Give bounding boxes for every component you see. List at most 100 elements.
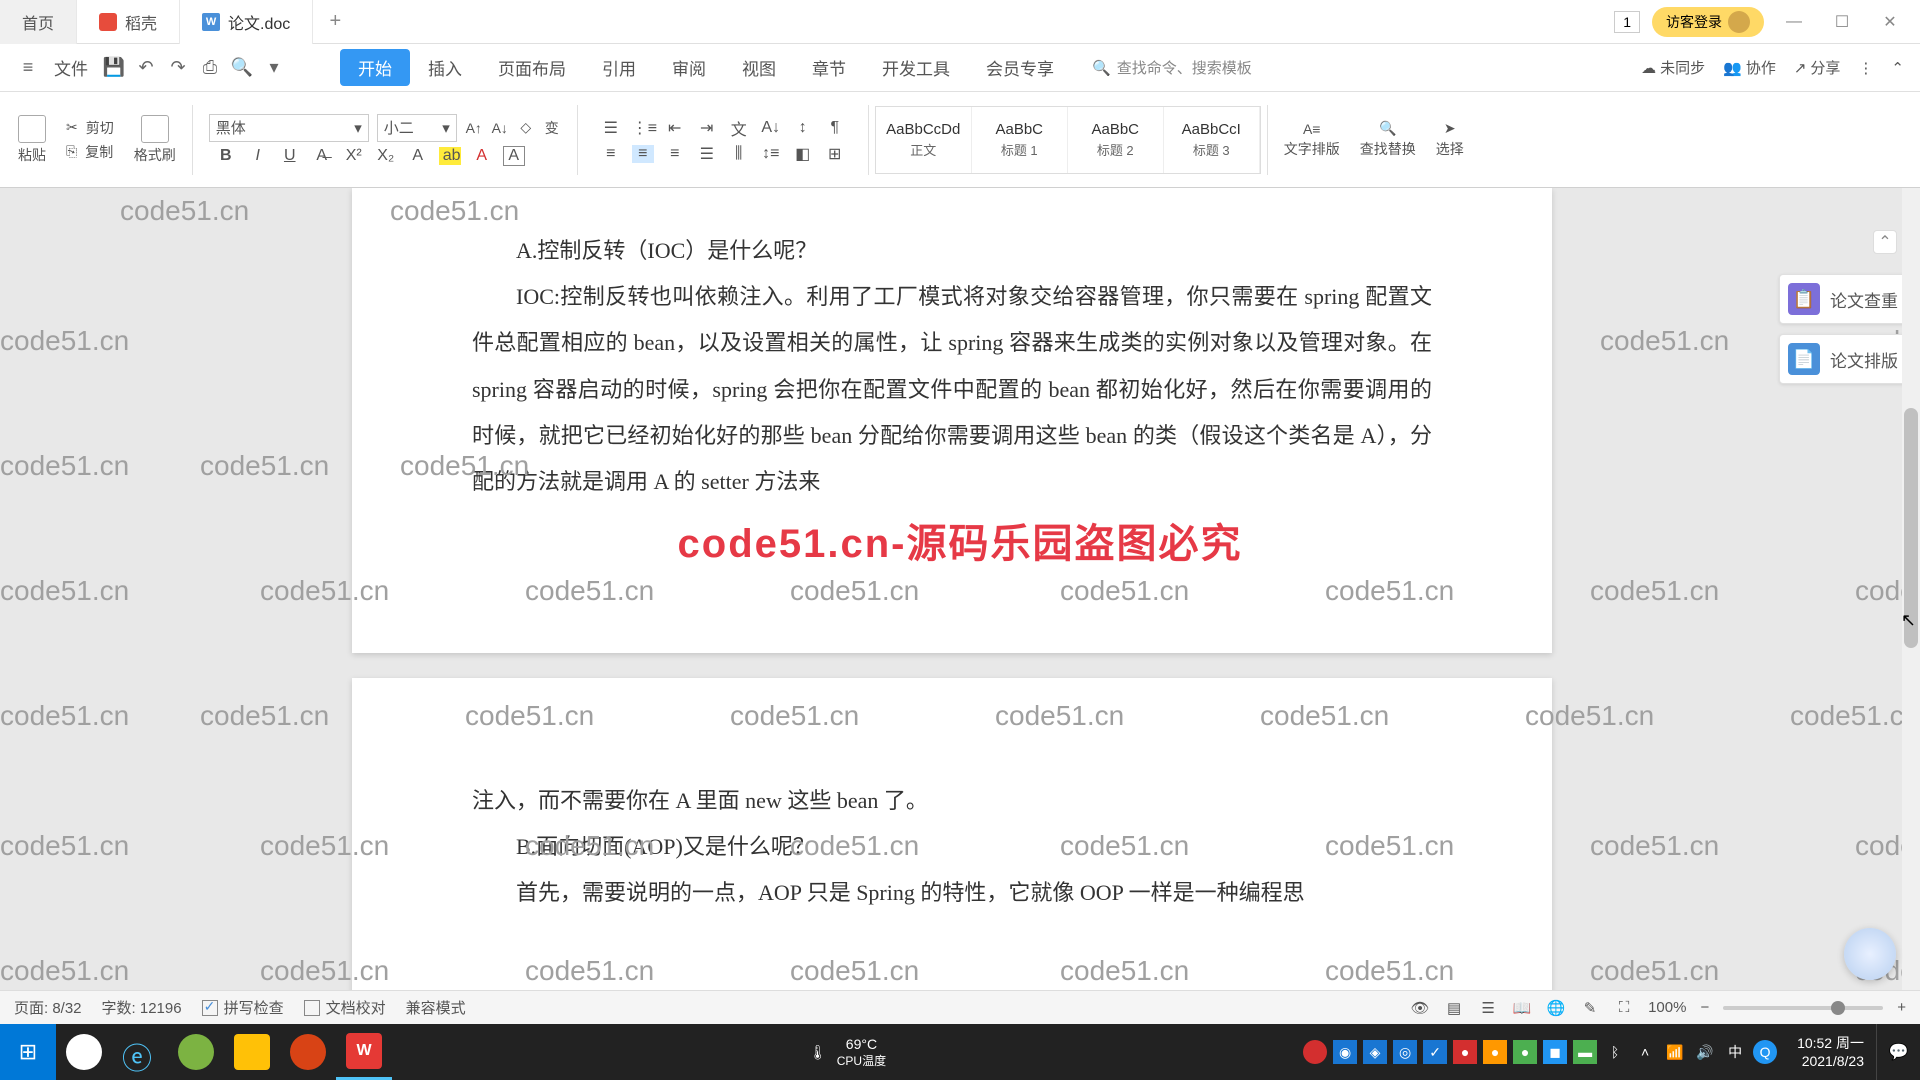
ime-indicator[interactable]: 中 [1723,1040,1747,1064]
style-heading2[interactable]: AaBbC标题 2 [1068,107,1164,173]
align-distribute-button[interactable]: ⫼ [728,145,750,163]
assistant-bubble[interactable] [1844,928,1896,980]
line-spacing-button[interactable]: ↕≡ [760,145,782,163]
bold-button[interactable]: B [215,147,237,165]
taskbar-app[interactable] [56,1024,112,1080]
eye-icon[interactable]: 👁 [1410,998,1430,1018]
decrease-indent-button[interactable]: ⇤ [664,118,686,138]
tab-document[interactable]: W论文.doc [180,0,313,44]
numbering-button[interactable]: ⋮≡ [632,118,654,138]
wifi-icon[interactable]: 📶 [1663,1040,1687,1064]
show-marks-button[interactable]: ¶ [824,119,846,137]
align-right-button[interactable]: ≡ [664,145,686,163]
phonetic-icon[interactable]: 变 [543,119,561,137]
volume-icon[interactable]: 🔊 [1693,1040,1717,1064]
find-replace-button[interactable]: 🔍查找替换 [1360,120,1416,159]
collab-button[interactable]: 👥协作 [1723,57,1776,78]
font-size-select[interactable]: 小二▾ [377,114,457,142]
superscript-button[interactable]: X² [343,147,365,165]
tray-icon[interactable]: ◼ [1543,1040,1567,1064]
page-view-icon[interactable]: ▤ [1444,998,1464,1018]
doc-check-toggle[interactable]: 文档校对 [304,997,386,1018]
align-justify-button[interactable]: ☰ [696,144,718,164]
tray-icon[interactable]: ◎ [1393,1040,1417,1064]
align-center-button[interactable]: ≡ [632,145,654,163]
menu-hamburger-icon[interactable]: ≡ [12,52,44,84]
paste-button[interactable]: 粘贴 [18,115,46,165]
zoom-out-button[interactable]: − [1700,999,1709,1016]
outline-view-icon[interactable]: ☰ [1478,998,1498,1018]
copy-button[interactable]: ⎘复制 [66,142,113,162]
sort2-button[interactable]: ↕ [792,119,814,137]
window-count-badge[interactable]: 1 [1614,11,1640,33]
menu-file[interactable]: 文件 [44,55,98,80]
dropdown-icon[interactable]: ▾ [258,52,290,84]
tab-daoke[interactable]: 稻壳 [77,0,180,44]
start-button[interactable]: ⊞ [0,1024,56,1080]
char-border-button[interactable]: A [503,146,525,166]
tray-up-icon[interactable]: ˄ [1633,1040,1657,1064]
page-indicator[interactable]: 页面: 8/32 [14,997,82,1018]
taskbar-edge[interactable] [168,1024,224,1080]
increase-indent-button[interactable]: ⇥ [696,118,718,138]
highlight-button[interactable]: ab [439,147,461,165]
close-button[interactable]: ✕ [1872,7,1908,37]
taskbar-ie[interactable]: ⓔ [112,1024,168,1080]
zoom-in-button[interactable]: + [1897,999,1906,1016]
menu-start[interactable]: 开始 [340,49,410,86]
menu-devtools[interactable]: 开发工具 [864,49,968,86]
menu-chapter[interactable]: 章节 [794,49,864,86]
menu-pagelayout[interactable]: 页面布局 [480,49,584,86]
tray-icon[interactable]: ◉ [1333,1040,1357,1064]
shading-button[interactable]: ◧ [792,144,814,164]
more-icon[interactable]: ⋮ [1858,59,1873,77]
document-area[interactable]: A.控制反转（IOC）是什么呢？ IOC:控制反转也叫依赖注入。利用了工厂模式将… [0,188,1920,1040]
style-gallery[interactable]: AaBbCcDd正文 AaBbC标题 1 AaBbC标题 2 AaBbCcI标题… [875,106,1261,174]
tray-icon[interactable]: ● [1483,1040,1507,1064]
tray-icon[interactable]: ✓ [1423,1040,1447,1064]
select-button[interactable]: ➤选择 [1436,120,1464,159]
bluetooth-icon[interactable]: ᛒ [1603,1040,1627,1064]
plagiarism-check-button[interactable]: 📋论文查重 [1779,274,1917,324]
preview-icon[interactable]: 🔍 [226,52,258,84]
text-layout-button[interactable]: A≡文字排版 [1284,121,1340,159]
tab-add[interactable]: + [313,10,357,33]
maximize-button[interactable]: ☐ [1824,7,1860,37]
zoom-slider[interactable] [1723,1006,1883,1010]
asian-layout-button[interactable]: 文 [728,116,750,140]
sync-status[interactable]: ☁未同步 [1641,57,1705,78]
bullets-button[interactable]: ☰ [600,118,622,138]
minimize-button[interactable]: — [1776,7,1812,37]
tray-icon[interactable]: ● [1453,1040,1477,1064]
menu-review[interactable]: 审阅 [654,49,724,86]
style-normal[interactable]: AaBbCcDd正文 [876,107,972,173]
taskbar-app2[interactable] [280,1024,336,1080]
underline-button[interactable]: U [279,147,301,165]
spell-check-toggle[interactable]: 拼写检查 [202,997,284,1018]
share-button[interactable]: ↗分享 [1794,57,1841,78]
tray-icon[interactable]: ▬ [1573,1040,1597,1064]
subscript-button[interactable]: X₂ [375,147,397,165]
command-search[interactable]: 🔍 查找命令、搜索模板 [1092,57,1641,78]
zoom-thumb[interactable] [1831,1001,1845,1015]
tray-icon[interactable] [1303,1040,1327,1064]
format-painter-button[interactable]: 格式刷 [134,115,176,165]
menu-reference[interactable]: 引用 [584,49,654,86]
notifications-button[interactable]: 💬 [1876,1024,1920,1080]
word-count[interactable]: 字数: 12196 [102,997,182,1018]
borders-button[interactable]: ⊞ [824,144,846,164]
read-view-icon[interactable]: 📖 [1512,998,1532,1018]
menu-vip[interactable]: 会员专享 [968,49,1072,86]
clear-format-icon[interactable]: ◇ [517,119,535,137]
clock[interactable]: 10:52 周一 2021/8/23 [1785,1034,1876,1070]
strikethrough-button[interactable]: A̶ [311,147,333,165]
login-button[interactable]: 访客登录 [1652,7,1764,37]
web-view-icon[interactable]: 🌐 [1546,998,1566,1018]
taskbar-wps[interactable]: W [336,1024,392,1080]
compat-mode[interactable]: 兼容模式 [406,997,466,1018]
paper-layout-button[interactable]: 📄论文排版 [1779,334,1917,384]
increase-font-icon[interactable]: A↑ [465,119,483,137]
undo-icon[interactable]: ↶ [130,52,162,84]
tray-icon[interactable]: ● [1513,1040,1537,1064]
text-effect-button[interactable]: A [407,147,429,165]
